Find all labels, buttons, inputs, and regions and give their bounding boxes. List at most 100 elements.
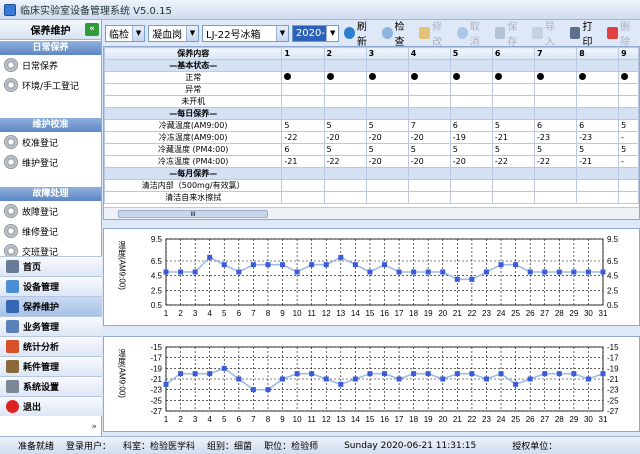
table-cell[interactable]: [323, 95, 367, 108]
inspect-button[interactable]: 检查: [380, 22, 415, 48]
table-cell[interactable]: -20: [449, 155, 493, 168]
table-cell[interactable]: [449, 83, 493, 96]
table-cell[interactable]: [618, 71, 639, 84]
table-cell[interactable]: 5: [491, 143, 535, 156]
table-cell[interactable]: 6: [576, 119, 620, 132]
horizontal-scrollbar[interactable]: III: [104, 207, 639, 219]
table-cell[interactable]: [449, 71, 493, 84]
table-cell[interactable]: -20: [365, 131, 409, 144]
module-business[interactable]: 业务管理: [0, 316, 102, 336]
dept-select[interactable]: 临检 ▼: [105, 24, 146, 42]
table-cell[interactable]: 6: [281, 143, 325, 156]
table-cell[interactable]: 5: [491, 119, 535, 132]
table-cell[interactable]: 5: [281, 119, 325, 132]
table-cell[interactable]: -21: [491, 131, 535, 144]
module-maintenance[interactable]: 保养维护: [0, 296, 102, 316]
table-cell[interactable]: -19: [449, 131, 493, 144]
table-cell[interactable]: 5: [407, 143, 451, 156]
table-cell[interactable]: [323, 71, 367, 84]
table-cell[interactable]: [491, 179, 535, 192]
module-consumables[interactable]: 耗件管理: [0, 356, 102, 376]
table-cell[interactable]: [407, 179, 451, 192]
table-cell[interactable]: [365, 83, 409, 96]
table-cell[interactable]: [365, 95, 409, 108]
table-cell[interactable]: [491, 95, 535, 108]
table-cell[interactable]: [491, 191, 535, 204]
table-cell[interactable]: [533, 83, 578, 96]
table-cell[interactable]: [323, 83, 367, 96]
table-cell[interactable]: -21: [576, 155, 620, 168]
table-cell[interactable]: -21: [281, 155, 325, 168]
nav-item-calibration[interactable]: 校准登记: [0, 132, 101, 152]
nav-item-daily-care[interactable]: 日常保养: [0, 55, 101, 75]
scrollbar-thumb[interactable]: III: [118, 210, 268, 218]
table-cell[interactable]: 5: [365, 143, 409, 156]
table-cell[interactable]: 5: [323, 143, 367, 156]
table-cell[interactable]: [407, 83, 451, 96]
import-button[interactable]: 导入: [530, 22, 565, 48]
table-cell[interactable]: [365, 179, 409, 192]
table-cell[interactable]: [576, 179, 620, 192]
table-cell[interactable]: -22: [281, 131, 325, 144]
module-exit[interactable]: 退出: [0, 396, 102, 416]
table-cell[interactable]: [407, 71, 451, 84]
table-cell[interactable]: 6: [533, 119, 578, 132]
table-cell[interactable]: -22: [323, 155, 367, 168]
table-cell[interactable]: [618, 95, 639, 108]
table-cell[interactable]: 5: [365, 119, 409, 132]
table-cell[interactable]: [449, 191, 493, 204]
table-cell[interactable]: [281, 95, 325, 108]
table-cell[interactable]: -20: [365, 155, 409, 168]
table-cell[interactable]: [323, 179, 367, 192]
table-cell[interactable]: [533, 95, 578, 108]
table-cell[interactable]: 5: [618, 143, 639, 156]
table-cell[interactable]: 5: [323, 119, 367, 132]
table-cell[interactable]: [618, 83, 639, 96]
table-cell[interactable]: 5: [618, 119, 639, 132]
table-cell[interactable]: [281, 83, 325, 96]
module-device[interactable]: 设备管理: [0, 276, 102, 296]
table-cell[interactable]: 5: [533, 143, 578, 156]
table-cell[interactable]: [323, 191, 367, 204]
nav-item-repair[interactable]: 维修登记: [0, 221, 101, 241]
device-select[interactable]: LJ-22号冰箱 ▼: [202, 24, 289, 42]
table-cell[interactable]: [365, 71, 409, 84]
table-cell[interactable]: [533, 179, 578, 192]
delete-button[interactable]: 删除: [605, 22, 640, 48]
nav-item-env-manual[interactable]: 环境/手工登记: [0, 75, 101, 95]
table-cell[interactable]: [618, 179, 639, 192]
nav-item-fault[interactable]: 故障登记: [0, 201, 101, 221]
table-cell[interactable]: -: [618, 155, 639, 168]
table-cell[interactable]: -23: [533, 131, 578, 144]
table-cell[interactable]: [281, 191, 325, 204]
table-cell[interactable]: 7: [407, 119, 451, 132]
table-cell[interactable]: [576, 191, 620, 204]
group-select[interactable]: 凝血岗 ▼: [148, 24, 199, 42]
cancel-button[interactable]: 取消: [455, 22, 490, 48]
table-cell[interactable]: -23: [576, 131, 620, 144]
table-cell[interactable]: [281, 179, 325, 192]
module-settings[interactable]: 系统设置: [0, 376, 102, 396]
save-button[interactable]: 保存: [493, 22, 528, 48]
table-cell[interactable]: [576, 95, 620, 108]
module-statistics[interactable]: 统计分析: [0, 336, 102, 356]
table-cell[interactable]: 6: [449, 119, 493, 132]
table-cell[interactable]: [407, 95, 451, 108]
table-cell[interactable]: 5: [576, 143, 620, 156]
table-cell[interactable]: 5: [449, 143, 493, 156]
table-cell[interactable]: [533, 191, 578, 204]
table-cell[interactable]: [449, 179, 493, 192]
table-cell[interactable]: [576, 83, 620, 96]
refresh-button[interactable]: 刷新: [342, 22, 377, 48]
table-cell[interactable]: [449, 95, 493, 108]
table-cell[interactable]: [533, 71, 578, 84]
collapse-icon[interactable]: «: [85, 23, 99, 36]
month-picker[interactable]: 2020-1 ▼: [291, 24, 340, 42]
table-cell[interactable]: [407, 191, 451, 204]
table-cell[interactable]: -22: [533, 155, 578, 168]
table-cell[interactable]: -20: [323, 131, 367, 144]
table-cell[interactable]: [618, 191, 639, 204]
table-cell[interactable]: -20: [407, 131, 451, 144]
table-cell[interactable]: [365, 191, 409, 204]
more-arrow-icon[interactable]: »: [91, 422, 97, 432]
